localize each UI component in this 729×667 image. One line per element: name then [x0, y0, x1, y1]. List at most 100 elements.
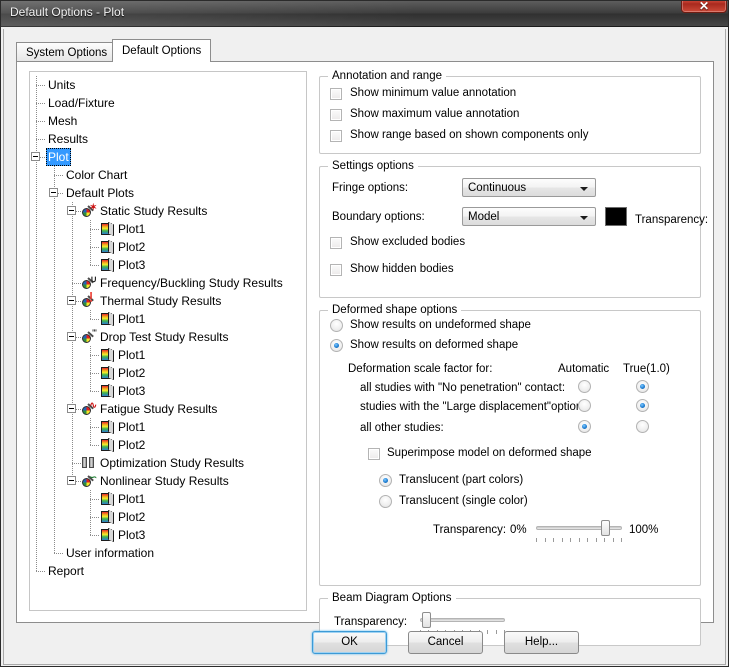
- fringe-options-select[interactable]: Continuous: [462, 178, 596, 197]
- checkbox-label: Show minimum value annotation: [350, 87, 517, 99]
- radio-show-results-undeformed[interactable]: Show results on undeformed shape: [330, 319, 531, 332]
- tree-item-label: Plot2: [118, 438, 146, 452]
- deformed-transparency-slider[interactable]: [536, 519, 622, 542]
- slider-tick: [587, 538, 588, 542]
- tree-item[interactable]: Plot1: [30, 310, 306, 328]
- tree-item[interactable]: Results: [30, 130, 306, 148]
- slider-tick: [604, 538, 605, 542]
- checkbox-show-maximum-value-annotation[interactable]: Show maximum value annotation: [330, 108, 519, 121]
- radio-label: Show results on undeformed shape: [350, 319, 531, 331]
- checkbox-box[interactable]: [368, 448, 380, 460]
- tree-item[interactable]: Plot1: [30, 418, 306, 436]
- boundary-options-select[interactable]: Model: [462, 207, 596, 226]
- chevron-down-icon: [580, 216, 588, 220]
- radio-translucent-part-colors[interactable]: Translucent (part colors): [379, 474, 524, 487]
- radio-button[interactable]: [379, 474, 392, 487]
- tree-item[interactable]: Drop Test Study Results: [30, 328, 306, 346]
- tree-item-label: Plot1: [118, 348, 146, 362]
- tree-item-label: Drop Test Study Results: [100, 330, 229, 344]
- deformed-group-caption: Deformed shape options: [328, 304, 462, 316]
- checkbox-box[interactable]: [330, 88, 342, 100]
- deformed-shape-options-group: Deformed shape options Show results on u…: [319, 304, 701, 586]
- radio-label: Translucent (part colors): [399, 474, 524, 486]
- tree-item[interactable]: Fatigue Study Results: [30, 400, 306, 418]
- tree-item[interactable]: Units: [30, 76, 306, 94]
- radio-all-other-true[interactable]: [636, 420, 649, 433]
- beam-transparency-label: Transparency:: [334, 616, 408, 628]
- chevron-down-icon: [580, 187, 588, 191]
- radio-label: Show results on deformed shape: [350, 339, 519, 351]
- tree-item-label: Plot1: [118, 222, 146, 236]
- checkbox-superimpose-model[interactable]: Superimpose model on deformed shape: [368, 447, 592, 460]
- tree-item[interactable]: Mesh: [30, 112, 306, 130]
- checkbox-show-excluded-bodies[interactable]: Show excluded bodies: [330, 236, 465, 249]
- tree-item[interactable]: Plot3: [30, 256, 306, 274]
- close-button[interactable]: ✕: [681, 1, 727, 13]
- tree-item[interactable]: Plot3: [30, 526, 306, 544]
- slider-tick: [487, 630, 488, 634]
- tree-item[interactable]: Load/Fixture: [30, 94, 306, 112]
- slider-thumb[interactable]: [422, 612, 431, 628]
- tree-item[interactable]: User information: [30, 544, 306, 562]
- radio-all-other-automatic[interactable]: [578, 420, 591, 433]
- slider-thumb[interactable]: [601, 520, 610, 536]
- scale-row-label-large-displacement: studies with the "Large displacement"opt…: [360, 401, 586, 413]
- tree-item[interactable]: Plot2: [30, 508, 306, 526]
- radio-no-penetration-automatic[interactable]: [578, 380, 591, 393]
- radio-no-penetration-true[interactable]: [636, 380, 649, 393]
- tree-item[interactable]: Nonlinear Study Results: [30, 472, 306, 490]
- radio-large-displacement-automatic[interactable]: [578, 399, 591, 412]
- tree-item[interactable]: Frequency/Buckling Study Results: [30, 274, 306, 292]
- tree-item-label: Default Plots: [66, 186, 135, 200]
- dialog-client-area: System Options Default Options Units Load…: [3, 29, 726, 665]
- beam-group-caption: Beam Diagram Options: [328, 592, 456, 604]
- tree-item-label: Plot: [46, 148, 71, 166]
- tree-item[interactable]: Static Study Results: [30, 202, 306, 220]
- tree-item[interactable]: Color Chart: [30, 166, 306, 184]
- tree-item-label: Color Chart: [66, 168, 128, 182]
- tree-item[interactable]: Plot1: [30, 346, 306, 364]
- boundary-transparency-label: Transparency:: [635, 214, 709, 226]
- tree-item[interactable]: Plot: [30, 148, 306, 166]
- checkbox-show-hidden-bodies[interactable]: Show hidden bodies: [330, 263, 454, 276]
- tree-item[interactable]: Optimization Study Results: [30, 454, 306, 472]
- tree-item[interactable]: Plot1: [30, 490, 306, 508]
- checkbox-box[interactable]: [330, 264, 342, 276]
- checkbox-box[interactable]: [330, 109, 342, 121]
- slider-tick: [562, 538, 563, 542]
- slider-tick: [596, 538, 597, 542]
- tree-item-label: Plot3: [118, 258, 146, 272]
- radio-translucent-single-color[interactable]: Translucent (single color): [379, 495, 528, 508]
- tree-item[interactable]: Plot2: [30, 436, 306, 454]
- tree-item-label: Plot2: [118, 510, 146, 524]
- ok-button[interactable]: OK: [312, 631, 387, 654]
- tree-item[interactable]: Plot2: [30, 364, 306, 382]
- boundary-color-swatch[interactable]: [605, 207, 627, 226]
- radio-button[interactable]: [330, 339, 343, 352]
- dialog-window: Default Options - Plot ✕ System Options …: [0, 0, 729, 667]
- checkbox-box[interactable]: [330, 130, 342, 142]
- options-tree[interactable]: Units Load/Fixture Mesh Results Plot Color Ch…: [29, 71, 307, 611]
- cancel-button[interactable]: Cancel: [408, 631, 483, 654]
- tree-item[interactable]: Default Plots: [30, 184, 306, 202]
- tree-item[interactable]: Plot1: [30, 220, 306, 238]
- tab-system-options[interactable]: System Options: [16, 42, 118, 61]
- radio-show-results-deformed[interactable]: Show results on deformed shape: [330, 339, 519, 352]
- tree-item-label: Load/Fixture: [48, 96, 115, 110]
- radio-large-displacement-true[interactable]: [636, 399, 649, 412]
- tree-item-label: Units: [48, 78, 76, 92]
- tree-item-label: Report: [48, 564, 85, 578]
- radio-button[interactable]: [379, 495, 392, 508]
- tab-default-options[interactable]: Default Options: [112, 39, 212, 62]
- checkbox-show-minimum-value-annotation[interactable]: Show minimum value annotation: [330, 87, 517, 100]
- help-button[interactable]: Help...: [504, 631, 579, 654]
- radio-button[interactable]: [330, 319, 343, 332]
- tree-item[interactable]: Plot3: [30, 382, 306, 400]
- tree-item[interactable]: Plot2: [30, 238, 306, 256]
- checkbox-box[interactable]: [330, 237, 342, 249]
- tree-item[interactable]: Report: [30, 562, 306, 580]
- checkbox-show-range-shown-components-only[interactable]: Show range based on shown components onl…: [330, 129, 588, 142]
- beam-transparency-slider[interactable]: [420, 611, 505, 634]
- tree-item[interactable]: Thermal Study Results: [30, 292, 306, 310]
- slider-tick: [579, 538, 580, 542]
